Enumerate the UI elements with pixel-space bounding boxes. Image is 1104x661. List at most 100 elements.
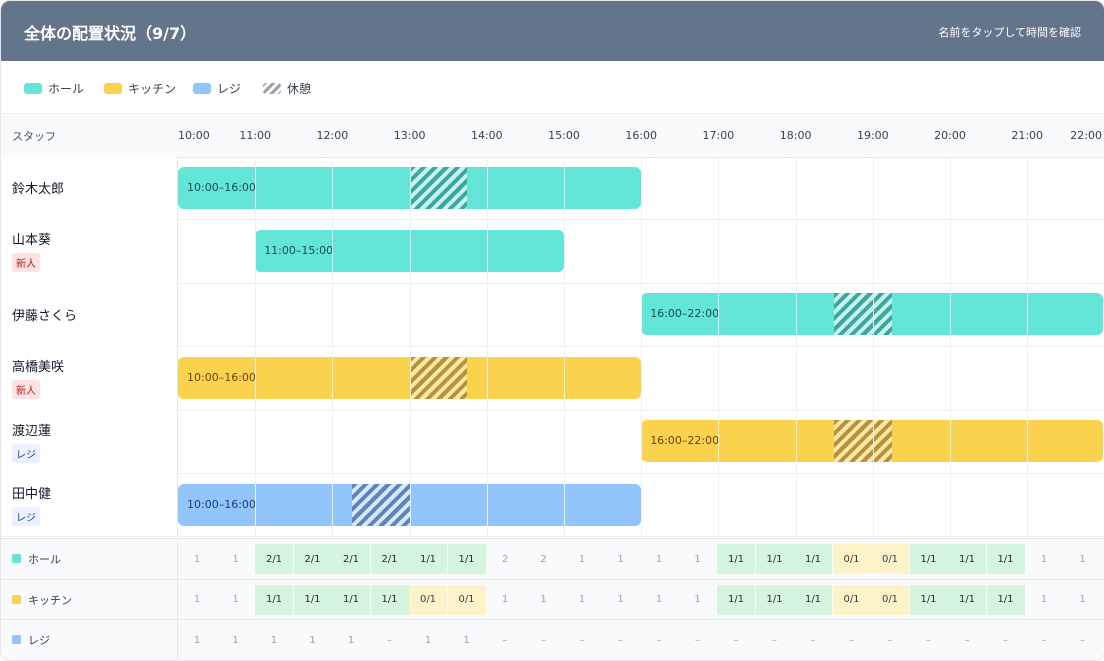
break-block: [351, 483, 410, 526]
coverage-cell: –: [849, 634, 854, 646]
grid-line: [641, 156, 643, 538]
time-label: 19:00: [856, 129, 889, 142]
legend-label: レジ: [217, 81, 242, 96]
coverage-cell: –: [772, 634, 777, 646]
coverage-cell: 1: [655, 594, 663, 605]
staff-row: 渡辺蓮 レジ 16:00–22:00: [1, 409, 1104, 474]
coverage-cell: –: [656, 634, 662, 646]
legend-item-hall: ホール: [24, 80, 84, 96]
coverage-cell: 1/1: [293, 584, 332, 615]
staff-name[interactable]: 高橋美咲: [12, 356, 64, 375]
grid-line: [718, 156, 720, 538]
legend-label: ホール: [48, 81, 85, 96]
coverage-cell: 1: [232, 553, 239, 565]
time-label: 16:00: [625, 129, 658, 142]
staff-tag-badge: レジ: [12, 443, 40, 463]
coverage-cell: 0/1: [409, 584, 447, 615]
coverage-cell: –: [1041, 634, 1047, 646]
coverage-cell: 1: [463, 634, 470, 646]
coverage-cell: 1/1: [332, 584, 370, 615]
shift-time-label: 10:00–16:00: [187, 370, 256, 384]
time-label: 21:00: [1011, 129, 1044, 142]
staff-row: 伊藤さくら 16:00–22:00: [1, 282, 1104, 348]
grid-line: [1027, 156, 1029, 538]
coverage-cell: 1/1: [409, 544, 447, 574]
page-title: 全体の配置状況（9/7）: [24, 24, 197, 43]
hall-dot-icon: [12, 554, 21, 563]
coverage-cell: –: [1080, 634, 1085, 646]
coverage-cell: 1: [309, 634, 316, 646]
staff-name[interactable]: 山本葵: [12, 229, 51, 248]
coverage-row-hall: ホール 1 1 2/1 2/1 2/1 2/1 1/1 1/1 2 2 1 1 1 1 1/1 1/1 1/1 0/…: [1, 538, 1104, 579]
time-label: 13:00: [393, 129, 426, 142]
coverage-cell: 2: [501, 553, 509, 565]
shift-time-label: 10:00–16:00: [187, 180, 256, 194]
staff-name[interactable]: 伊藤さくら: [12, 305, 77, 324]
staff-row: 山本葵 新人 11:00–15:00: [1, 219, 1104, 284]
grid-line: [409, 156, 411, 538]
staff-column-header: スタッフ: [12, 130, 56, 143]
staff-cell: 鈴木太郎: [1, 156, 178, 220]
coverage-cell: 1/1: [370, 584, 409, 615]
grid-line: [255, 156, 257, 538]
coverage-cell: 1/1: [794, 544, 832, 574]
coverage-cell: 1: [232, 594, 239, 605]
coverage-cell: 2/1: [370, 544, 409, 574]
shift-time-label: 10:00–16:00: [187, 497, 256, 511]
timeline-header: スタッフ 10:00 11:00 12:00 13:00 14:00 15:00 16:00…: [1, 113, 1104, 158]
staff-name[interactable]: 鈴木太郎: [12, 178, 64, 197]
coverage-label-text: レジ: [28, 634, 50, 647]
coverage-cell: 1: [655, 553, 663, 565]
coverage-cell: 1: [694, 594, 701, 605]
coverage-cell: 1: [617, 594, 624, 605]
coverage-cell: 2: [540, 553, 547, 565]
staff-tag-badge: レジ: [12, 507, 40, 526]
staff-name[interactable]: 田中健: [12, 483, 51, 502]
coverage-cell: –: [810, 634, 816, 646]
legend-label: キッチン: [128, 81, 177, 96]
coverage-cell: 1: [1079, 594, 1086, 605]
staff-cell: 伊藤さくら: [1, 282, 178, 347]
time-label: 22:00: [1070, 129, 1102, 142]
coverage-cell: 1: [193, 594, 201, 605]
coverage-cell: 2/1: [332, 544, 370, 574]
coverage-cell: 0/1: [871, 584, 909, 615]
coverage-cell: 1: [1040, 553, 1048, 565]
break-block: [834, 420, 893, 463]
coverage-cell: 1: [193, 553, 201, 565]
coverage-cell: 0/1: [832, 584, 871, 615]
staff-row: 高橋美咲新人 10:00–16:00: [1, 346, 1104, 411]
grid-line: [332, 156, 334, 538]
staff-tag-badge: 新人: [12, 253, 40, 273]
time-label: 17:00: [702, 129, 735, 142]
staff-cell: 高橋美咲 新人: [1, 346, 178, 410]
coverage-cell: 1/1: [755, 544, 794, 574]
coverage-cell: 1: [501, 594, 509, 605]
coverage-cell: 1: [1079, 553, 1086, 565]
legend-item-break: 休憩: [263, 80, 311, 96]
coverage-cell: 1/1: [986, 544, 1025, 574]
coverage-cell: 1: [270, 634, 278, 646]
coverage-cell: 1/1: [794, 584, 832, 615]
coverage-label-text: ホール: [28, 553, 61, 566]
staff-cell: 渡辺蓮 レジ: [1, 409, 178, 473]
coverage-label: キッチン: [1, 579, 178, 620]
header-hint: 名前をタップして時間を確認: [938, 26, 1081, 39]
coverage-cell: 1: [193, 634, 201, 646]
grid-line: [564, 156, 565, 538]
register-swatch-icon: [193, 82, 211, 94]
staff-tag-badge: 新人: [12, 380, 40, 400]
staff-name[interactable]: 渡辺蓮: [12, 420, 51, 439]
coverage-cell: 1: [232, 634, 239, 646]
coverage-cell: 1/1: [986, 584, 1025, 615]
time-label: 12:00: [316, 129, 349, 142]
coverage-label-text: キッチン: [28, 593, 72, 607]
time-label: 14:00: [470, 129, 503, 142]
time-label: 18:00: [779, 129, 812, 142]
coverage-cell: 0/1: [832, 544, 871, 574]
coverage-cell: –: [502, 634, 508, 646]
schedule-panel: 全体の配置状況（9/7） 名前をタップして時間を確認 ホール キッチン レジ 休…: [0, 0, 1104, 661]
coverage-cell: 2/1: [255, 544, 293, 574]
coverage-cell: 1/1: [948, 544, 986, 574]
staff-row: 鈴木太郎 10:00–16:00: [1, 156, 1104, 221]
